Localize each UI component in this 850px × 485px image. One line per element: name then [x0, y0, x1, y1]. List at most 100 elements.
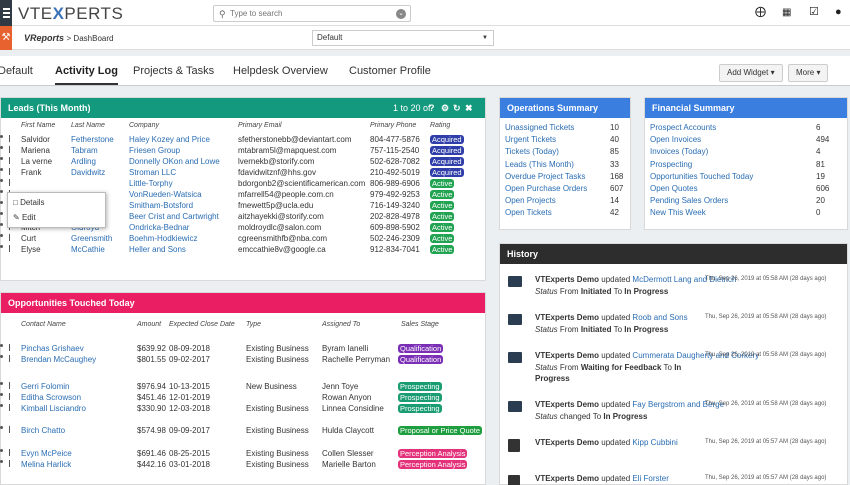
- summary-row[interactable]: Open Invoices 494: [645, 135, 847, 146]
- summary-label[interactable]: Tickets (Today): [505, 147, 559, 156]
- plus-circle-icon[interactable]: ⨁: [755, 7, 766, 18]
- add-widget-button[interactable]: Add Widget ▾: [719, 64, 783, 82]
- module-title[interactable]: VReports > DashBoard: [24, 33, 113, 43]
- tab-helpdesk-overview[interactable]: Helpdesk Overview: [233, 65, 328, 77]
- tab-default[interactable]: Default: [0, 65, 33, 77]
- company-cell[interactable]: Smitham-Botsford: [129, 201, 193, 210]
- summary-label[interactable]: Open Invoices: [650, 135, 701, 144]
- table-row[interactable]: Salvidor Fetherstone Haley Kozey and Price…: [0, 134, 485, 145]
- company-cell[interactable]: Heller and Sons: [129, 245, 186, 254]
- tab-activity-log[interactable]: Activity Log: [55, 65, 118, 85]
- row-handle-icon[interactable]: [9, 426, 10, 433]
- summary-label[interactable]: Open Quotes: [650, 184, 698, 193]
- company-cell[interactable]: Ondricka-Bednar: [129, 223, 189, 232]
- company-cell[interactable]: Little-Torphy: [129, 179, 173, 188]
- last-name-cell[interactable]: McCathie: [71, 245, 105, 254]
- last-name-cell[interactable]: Fetherstone: [71, 135, 114, 144]
- row-handle-icon[interactable]: [9, 234, 10, 241]
- contact-name-cell[interactable]: Brendan McCaughey: [21, 355, 96, 364]
- company-cell[interactable]: Stroman LLC: [129, 168, 176, 177]
- company-cell[interactable]: VonRueden-Watsica: [129, 190, 202, 199]
- tab-projects-tasks[interactable]: Projects & Tasks: [133, 65, 214, 77]
- summary-label[interactable]: Unassigned Tickets: [505, 123, 574, 132]
- history-record-link[interactable]: Eli Forster: [632, 474, 668, 483]
- row-handle-icon[interactable]: [9, 460, 10, 467]
- row-handle-icon[interactable]: [9, 157, 10, 164]
- summary-label[interactable]: New This Week: [650, 208, 706, 217]
- contact-name-cell[interactable]: Gerri Folomin: [21, 382, 69, 391]
- row-handle-icon[interactable]: [9, 168, 10, 175]
- checkbox-icon[interactable]: ☑: [809, 7, 819, 18]
- row-handle-icon[interactable]: [9, 449, 10, 456]
- app-logo[interactable]: VTEXPERTS: [18, 4, 123, 24]
- contact-name-cell[interactable]: Evyn McPeice: [21, 449, 72, 458]
- more-button[interactable]: More ▾: [788, 64, 829, 82]
- row-handle-icon[interactable]: [9, 355, 10, 362]
- table-row[interactable]: Little-Torphy bdorgonb2@scientificamerica…: [0, 178, 485, 189]
- details-menu-item[interactable]: □ Details: [13, 198, 45, 207]
- summary-row[interactable]: Leads (This Month) 33: [500, 160, 630, 171]
- summary-label[interactable]: Invoices (Today): [650, 147, 708, 156]
- row-handle-icon[interactable]: [9, 135, 10, 142]
- summary-label[interactable]: Overdue Project Tasks: [505, 172, 585, 181]
- refresh-icon[interactable]: ↻: [453, 98, 461, 118]
- table-row[interactable]: Elyse McCathie Heller and Sons emccathie8v@…: [0, 244, 485, 255]
- company-cell[interactable]: Beer Crist and Cartwright: [129, 212, 219, 221]
- summary-row[interactable]: Tickets (Today) 85: [500, 147, 630, 158]
- summary-row[interactable]: Invoices (Today) 4: [645, 147, 847, 158]
- table-row[interactable]: Melina Harlick $442.16 03-01-2018 Existing …: [0, 459, 485, 470]
- contact-name-cell[interactable]: Editha Scrowson: [21, 393, 81, 402]
- row-handle-icon[interactable]: [9, 393, 10, 400]
- summary-row[interactable]: Prospect Accounts 6: [645, 123, 847, 134]
- company-cell[interactable]: Friesen Group: [129, 146, 180, 155]
- contact-name-cell[interactable]: Melina Harlick: [21, 460, 71, 469]
- summary-label[interactable]: Open Tickets: [505, 208, 552, 217]
- calendar-icon[interactable]: ▦: [782, 7, 791, 18]
- close-icon[interactable]: ✖: [465, 98, 473, 118]
- summary-label[interactable]: Open Projects: [505, 196, 556, 205]
- company-cell[interactable]: Haley Kozey and Price: [129, 135, 210, 144]
- table-row[interactable]: Evyn McPeice $691.46 08-25-2015 Existing Bu…: [0, 448, 485, 459]
- wrench-icon[interactable]: ⚒: [0, 26, 12, 50]
- summary-row[interactable]: New This Week 0: [645, 208, 847, 219]
- tab-customer-profile[interactable]: Customer Profile: [349, 65, 431, 77]
- table-row[interactable]: Gerri Folomin $976.94 10-13-2015 New Busine…: [0, 381, 485, 392]
- summary-label[interactable]: Pending Sales Orders: [650, 196, 728, 205]
- table-row[interactable]: Kimball Lisciandro $330.90 12-03-2018 Exist…: [0, 403, 485, 414]
- summary-row[interactable]: Open Tickets 42: [500, 208, 630, 219]
- summary-row[interactable]: Overdue Project Tasks 168: [500, 172, 630, 183]
- search-input[interactable]: [230, 7, 390, 20]
- table-row[interactable]: La verne Ardling Donnelly OKon and Lowe lve…: [0, 156, 485, 167]
- menu-icon[interactable]: [0, 0, 12, 26]
- summary-label[interactable]: Prospect Accounts: [650, 123, 716, 132]
- summary-row[interactable]: Pending Sales Orders 20: [645, 196, 847, 207]
- table-row[interactable]: Frank Davidwitz Stroman LLC fdavidwitznf@hh…: [0, 167, 485, 178]
- last-name-cell[interactable]: Ardling: [71, 157, 96, 166]
- company-cell[interactable]: Donnelly OKon and Lowe: [129, 157, 220, 166]
- table-row[interactable]: Curt Greensmith Boehm-Hodkiewicz cgreensmit…: [0, 233, 485, 244]
- clear-search-icon[interactable]: ⌄: [396, 9, 406, 19]
- table-row[interactable]: Mariena Tabram Friesen Group mtabram5l@mapq…: [0, 145, 485, 156]
- history-record-link[interactable]: Roob and Sons: [632, 313, 687, 322]
- contact-name-cell[interactable]: Kimball Lisciandro: [21, 404, 86, 413]
- summary-label[interactable]: Open Purchase Orders: [505, 184, 587, 193]
- table-row[interactable]: Birch Chatto $574.98 09-09-2017 Existing Bu…: [0, 425, 485, 436]
- gear-icon[interactable]: ⚙: [441, 98, 449, 118]
- summary-row[interactable]: Opportunities Touched Today 19: [645, 172, 847, 183]
- summary-row[interactable]: Prospecting 81: [645, 160, 847, 171]
- summary-label[interactable]: Prospecting: [650, 160, 692, 169]
- help-icon[interactable]: ?: [429, 98, 435, 118]
- summary-row[interactable]: Open Quotes 606: [645, 184, 847, 195]
- row-handle-icon[interactable]: [9, 382, 10, 389]
- summary-label[interactable]: Urgent Tickets: [505, 135, 556, 144]
- last-name-cell[interactable]: Davidwitz: [71, 168, 105, 177]
- user-icon[interactable]: ●: [835, 7, 842, 18]
- contact-name-cell[interactable]: Pinchas Grishaev: [21, 344, 84, 353]
- summary-row[interactable]: Open Purchase Orders 607: [500, 184, 630, 195]
- summary-row[interactable]: Urgent Tickets 40: [500, 135, 630, 146]
- last-name-cell[interactable]: Greensmith: [71, 234, 112, 243]
- summary-label[interactable]: Leads (This Month): [505, 160, 574, 169]
- table-row[interactable]: Editha Scrowson $451.46 12-01-2019 Rowan An…: [0, 392, 485, 403]
- summary-label[interactable]: Opportunities Touched Today: [650, 172, 753, 181]
- row-handle-icon[interactable]: [9, 179, 10, 186]
